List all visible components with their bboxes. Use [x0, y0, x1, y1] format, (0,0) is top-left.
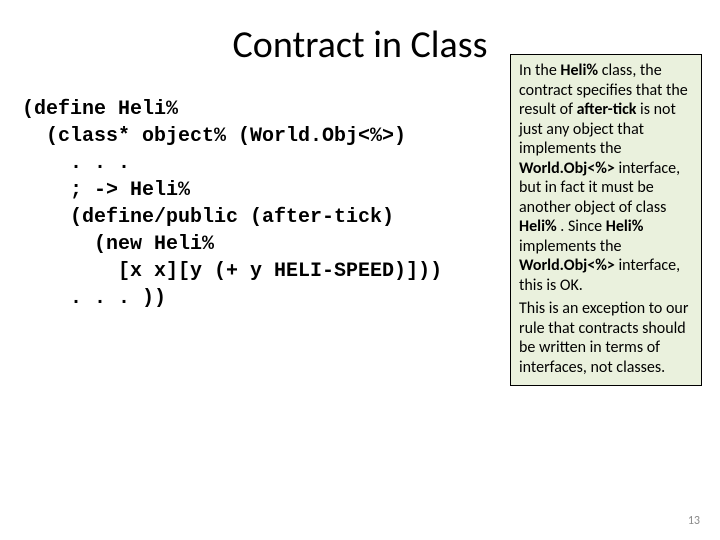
note-text: In the — [519, 61, 560, 80]
note-bold: after-tick — [577, 100, 637, 119]
code-block: (define Heli% (class* object% (World.Obj… — [22, 96, 442, 312]
note-bold: World.Obj<%> — [519, 256, 615, 275]
note-box: In the Heli% class, the contract specifi… — [510, 54, 702, 386]
page-number: 13 — [688, 514, 700, 528]
note-bold: Heli% — [519, 217, 557, 236]
note-text: implements the — [519, 237, 621, 256]
note-bold: Heli% — [606, 217, 644, 236]
note-text: . Since — [557, 217, 606, 236]
note-text: This is an exception to our rule that co… — [519, 299, 688, 377]
note-bold: Heli% — [560, 61, 598, 80]
note-bold: World.Obj<%> — [519, 159, 615, 178]
